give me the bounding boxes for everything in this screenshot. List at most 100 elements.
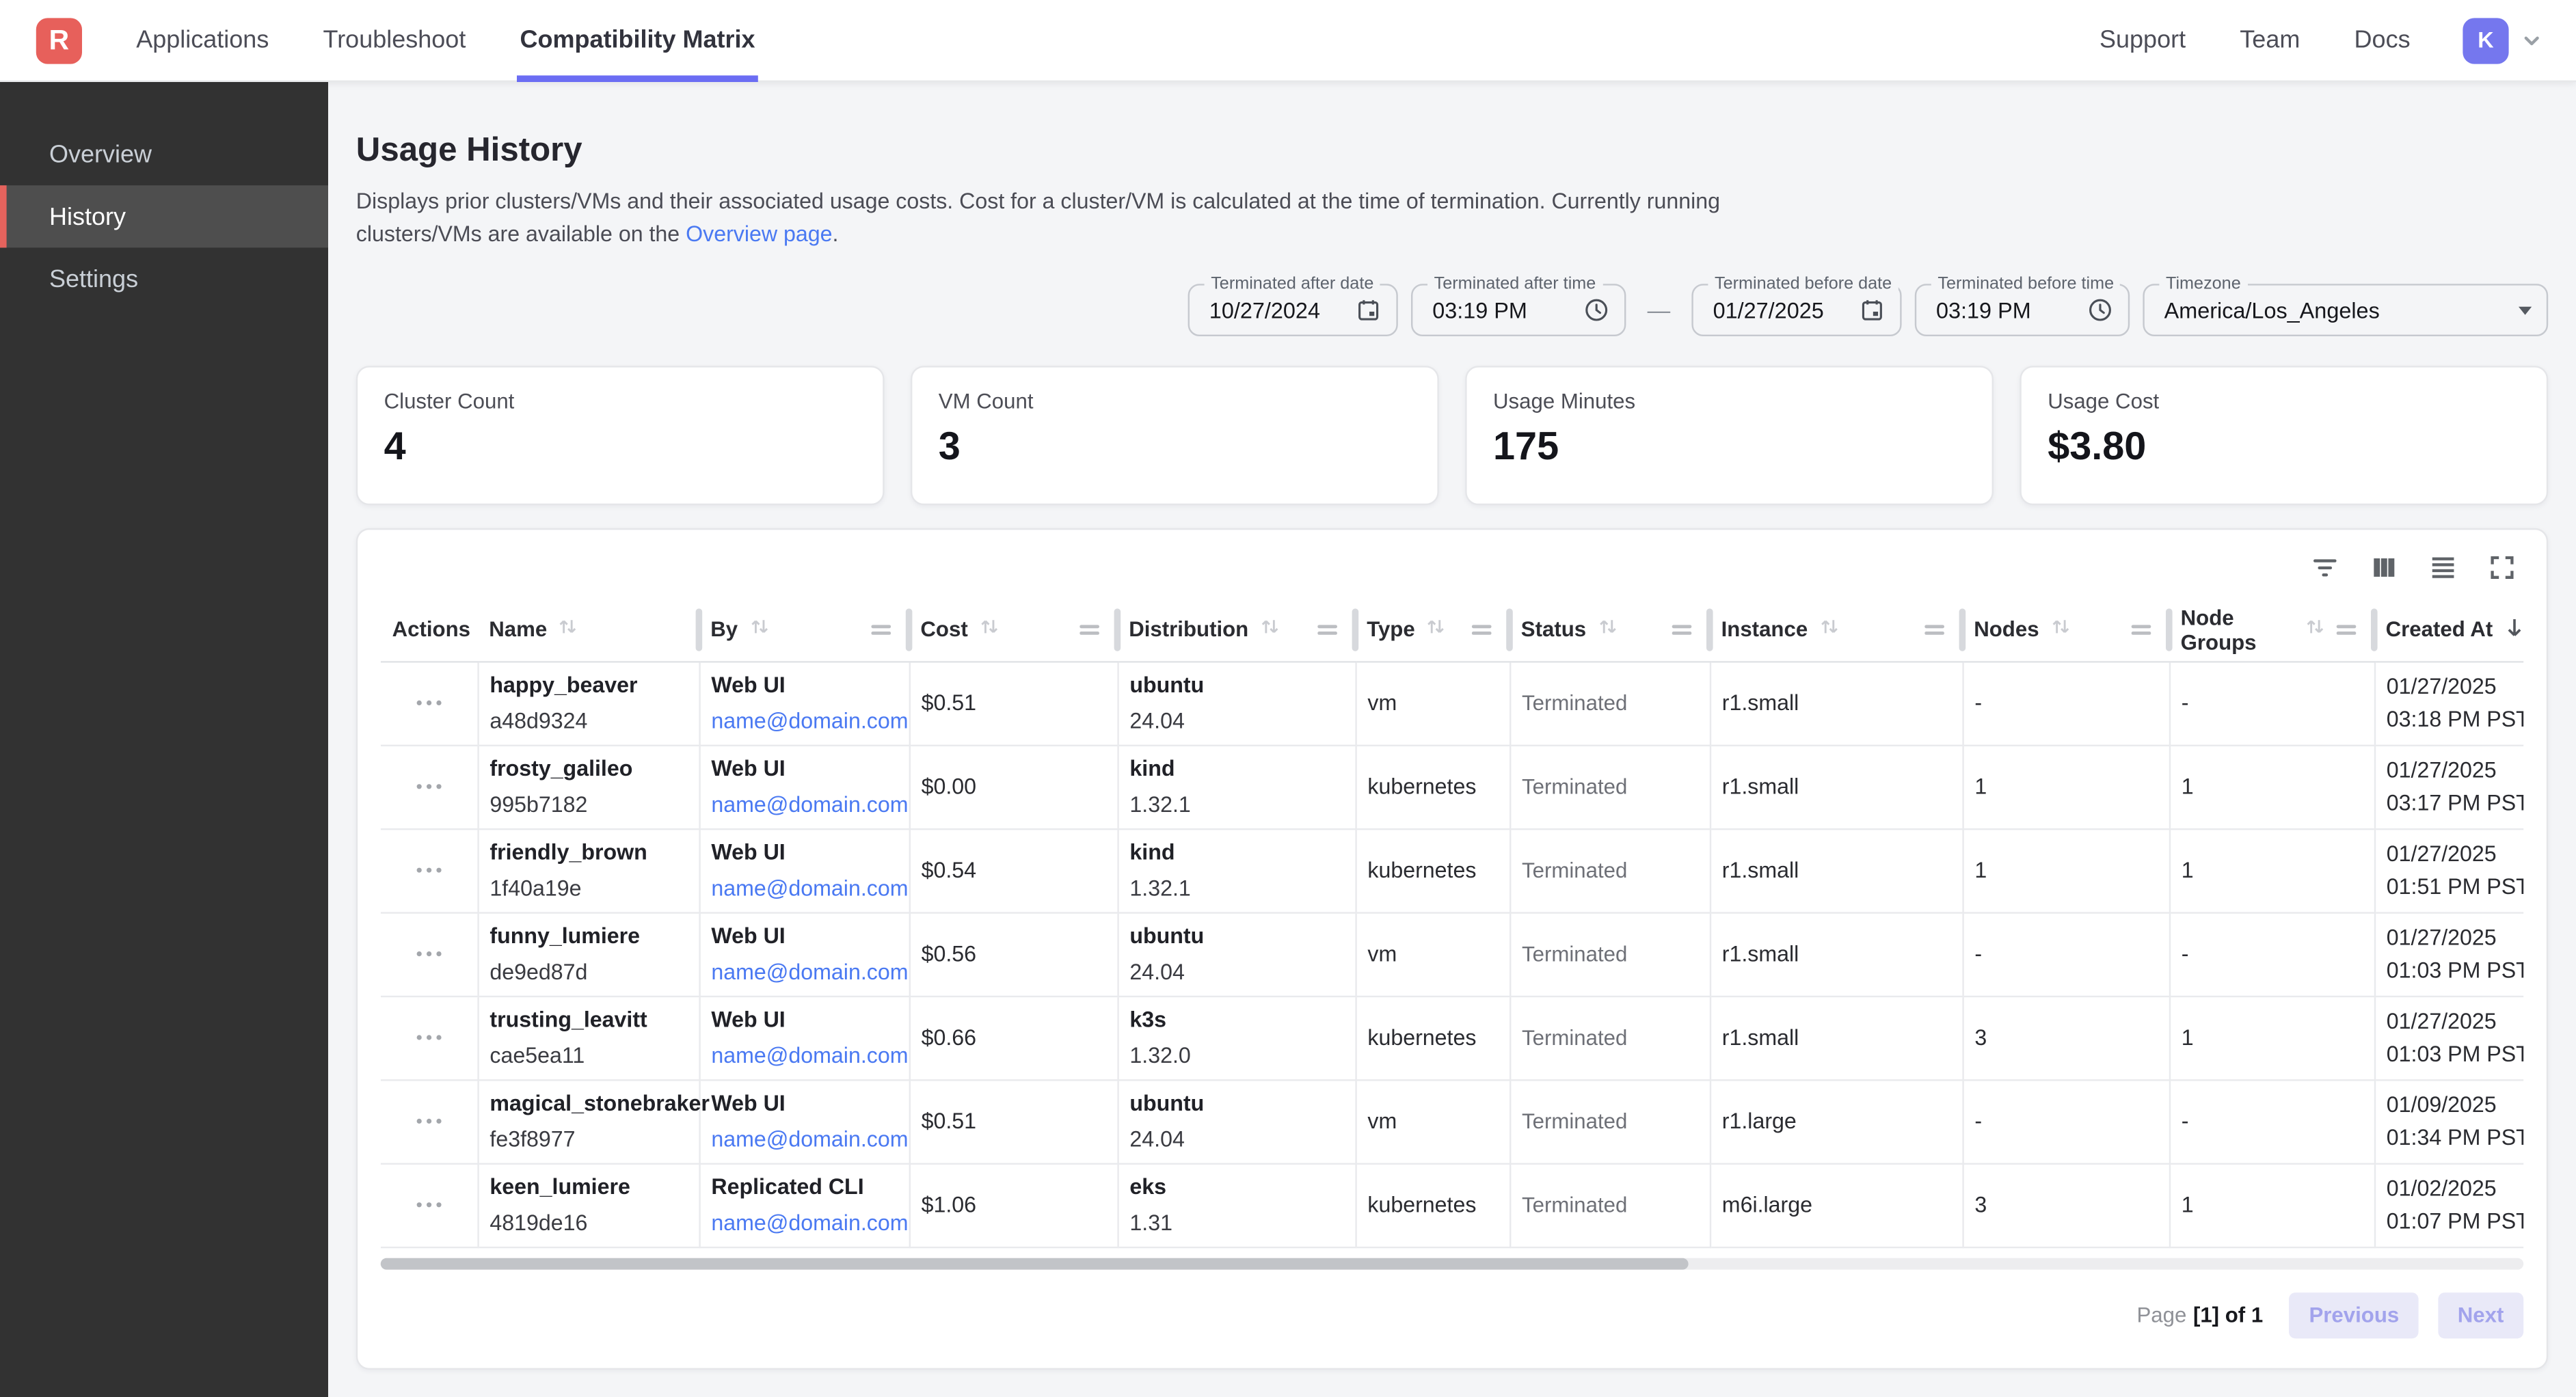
column-separator[interactable]: [2371, 608, 2378, 651]
cell-by: Replicated CLI name@domain.com: [699, 1163, 909, 1247]
column-separator[interactable]: [1352, 608, 1359, 651]
calendar-icon[interactable]: [1355, 297, 1381, 323]
column-header-by[interactable]: By: [699, 599, 909, 661]
column-separator[interactable]: [696, 608, 703, 651]
cluster-name: trusting_leavitt: [489, 1003, 686, 1036]
sort-icon[interactable]: [1596, 616, 1620, 644]
replicated-logo[interactable]: R: [36, 17, 82, 63]
creator-email-link[interactable]: name@domain.com: [711, 875, 908, 899]
column-header-instance[interactable]: Instance: [1710, 599, 1963, 661]
nav-item-team[interactable]: Team: [2240, 0, 2300, 81]
nav-item-compatibility-matrix[interactable]: Compatibility Matrix: [520, 0, 755, 81]
sort-icon[interactable]: [978, 616, 1001, 644]
page-description-line2-text: clusters/VMs are available on the: [356, 221, 686, 245]
column-header-created-at[interactable]: Created At: [2374, 599, 2523, 661]
cell-by: Web UI name@domain.com: [699, 1079, 909, 1163]
cluster-id: 1f40a19e: [489, 872, 686, 905]
sort-icon[interactable]: [1425, 616, 1448, 644]
drag-handle-icon[interactable]: [1472, 623, 1492, 636]
filter-button[interactable]: [2307, 553, 2343, 589]
column-header-name[interactable]: Name: [477, 599, 699, 661]
column-separator[interactable]: [1959, 608, 1966, 651]
stat-label: Usage Cost: [2048, 389, 2520, 413]
sort-icon[interactable]: [2049, 616, 2072, 644]
sidebar-item-history[interactable]: History: [0, 185, 328, 247]
drag-handle-icon[interactable]: [1317, 623, 1337, 636]
column-label: Created At: [2386, 617, 2493, 642]
nav-item-applications[interactable]: Applications: [136, 0, 269, 81]
row-actions-button[interactable]: [392, 1035, 466, 1040]
row-actions-button[interactable]: [392, 700, 466, 705]
row-actions-button[interactable]: [392, 951, 466, 956]
previous-page-button[interactable]: Previous: [2290, 1292, 2419, 1338]
row-actions-button[interactable]: [392, 867, 466, 873]
timezone-select[interactable]: Timezone America/Los_Angeles: [2143, 284, 2548, 336]
density-button[interactable]: [2425, 553, 2461, 589]
column-header-status[interactable]: Status: [1510, 599, 1710, 661]
column-separator[interactable]: [1506, 608, 1513, 651]
terminated-before-date-field[interactable]: Terminated before date 01/27/2025: [1691, 284, 1901, 336]
terminated-before-time-value: 03:19 PM: [1936, 298, 2077, 323]
sort-icon[interactable]: [748, 616, 771, 644]
table-row: magical_stonebraker fe3f8977 Web UI name…: [381, 1079, 2523, 1163]
usage-history-table-card: Actions Name By Cost Distributio: [356, 528, 2548, 1369]
clock-icon[interactable]: [1583, 297, 1609, 323]
clock-icon[interactable]: [2087, 297, 2113, 323]
field-label: Terminated after time: [1427, 274, 1602, 294]
column-header-node-groups[interactable]: Node Groups: [2169, 599, 2374, 661]
cell-instance: m6i.large: [1710, 1163, 1963, 1247]
cell-node-groups: -: [2169, 661, 2374, 744]
fullscreen-button[interactable]: [2484, 553, 2521, 589]
row-actions-button[interactable]: [392, 784, 466, 789]
drag-handle-icon[interactable]: [1079, 623, 1099, 636]
row-actions-button[interactable]: [392, 1202, 466, 1208]
column-separator[interactable]: [1114, 608, 1121, 651]
terminated-before-time-field[interactable]: Terminated before time 03:19 PM: [1915, 284, 2130, 336]
creator-email-link[interactable]: name@domain.com: [711, 708, 908, 733]
creator-email-link[interactable]: name@domain.com: [711, 1126, 908, 1151]
creator-email-link[interactable]: name@domain.com: [711, 1210, 908, 1234]
cell-created-at: 01/27/2025 01:03 PM PST: [2374, 996, 2523, 1079]
column-separator[interactable]: [906, 608, 913, 651]
creator-email-link[interactable]: name@domain.com: [711, 959, 908, 984]
sort-icon[interactable]: [557, 616, 580, 644]
nav-item-support[interactable]: Support: [2099, 0, 2186, 81]
sort-icon[interactable]: [1818, 616, 1841, 644]
sorted-desc-icon[interactable]: [2503, 614, 2524, 644]
stats-row: Cluster Count 4 VM Count 3 Usage Minutes…: [356, 366, 2548, 505]
sidebar-item-settings[interactable]: Settings: [0, 247, 328, 310]
nav-item-docs[interactable]: Docs: [2354, 0, 2411, 81]
avatar[interactable]: K: [2463, 17, 2508, 63]
column-header-distribution[interactable]: Distribution: [1117, 599, 1355, 661]
column-separator[interactable]: [2166, 608, 2173, 651]
sidebar-item-overview[interactable]: Overview: [0, 123, 328, 185]
user-menu[interactable]: K: [2463, 17, 2543, 63]
drag-handle-icon[interactable]: [2337, 623, 2357, 636]
sort-icon[interactable]: [2304, 616, 2327, 644]
created-time: 01:34 PM PST: [2387, 1121, 2523, 1154]
column-separator[interactable]: [1706, 608, 1713, 651]
creator-email-link[interactable]: name@domain.com: [711, 1042, 908, 1067]
columns-button[interactable]: [2366, 553, 2402, 589]
terminated-after-date-field[interactable]: Terminated after date 10/27/2024: [1188, 284, 1398, 336]
sort-icon[interactable]: [1259, 616, 1282, 644]
nav-item-troubleshoot[interactable]: Troubleshoot: [323, 0, 466, 81]
next-page-button[interactable]: Next: [2438, 1292, 2523, 1338]
distribution-version: 24.04: [1129, 1123, 1343, 1156]
row-actions-button[interactable]: [392, 1118, 466, 1124]
drag-handle-icon[interactable]: [1672, 623, 1692, 636]
drag-handle-icon[interactable]: [2132, 623, 2151, 636]
horizontal-scrollbar-thumb[interactable]: [381, 1258, 1688, 1269]
column-header-type[interactable]: Type: [1355, 599, 1510, 661]
column-header-nodes[interactable]: Nodes: [1962, 599, 2169, 661]
created-date: 01/27/2025: [2387, 1005, 2523, 1037]
drag-handle-icon[interactable]: [1924, 623, 1944, 636]
creator-email-link[interactable]: name@domain.com: [711, 791, 908, 816]
terminated-after-time-field[interactable]: Terminated after time 03:19 PM: [1411, 284, 1626, 336]
drag-handle-icon[interactable]: [871, 623, 891, 636]
cell-type: kubernetes: [1355, 745, 1510, 828]
column-header-cost[interactable]: Cost: [909, 599, 1118, 661]
overview-page-link[interactable]: Overview page: [686, 221, 832, 245]
calendar-icon[interactable]: [1859, 297, 1885, 323]
stat-label: Usage Minutes: [1493, 389, 1965, 413]
